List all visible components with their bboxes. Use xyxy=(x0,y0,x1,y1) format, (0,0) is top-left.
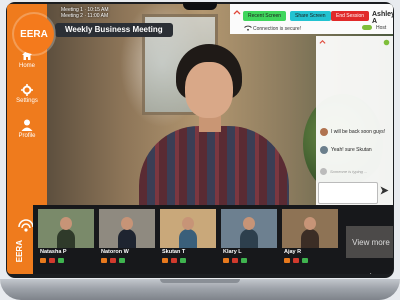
mic-icon[interactable] xyxy=(162,258,168,263)
gear-icon xyxy=(21,84,33,96)
participant-controls xyxy=(101,258,125,263)
mic-icon[interactable] xyxy=(223,258,229,263)
sidebar-item-settings[interactable]: Settings xyxy=(7,84,47,104)
chat-message: Yeah! sure Skutan xyxy=(320,146,372,154)
recent-screen-button[interactable]: Recent Screen xyxy=(243,11,287,21)
participant-video xyxy=(38,209,94,248)
participant-body xyxy=(118,229,136,248)
meeting-schedule: Meeting 1 · 10:15 AM Meeting 2 · 11:00 A… xyxy=(61,7,109,19)
camera-icon[interactable] xyxy=(58,258,64,263)
app-screen: Home Settings Profile EERA EERA Meeting … xyxy=(7,4,393,274)
chat-panel: I will be back soon guys! Yeah! sure Sku… xyxy=(316,36,393,208)
participant-video xyxy=(160,209,216,248)
chat-collapse-icon[interactable] xyxy=(319,39,326,46)
avatar xyxy=(320,128,328,136)
participant-head xyxy=(182,217,194,230)
view-more-button[interactable]: View more › xyxy=(346,226,393,274)
mic-icon[interactable] xyxy=(40,258,46,263)
participant-body xyxy=(240,229,258,248)
participant-head xyxy=(121,217,133,230)
host-label: Host xyxy=(376,25,387,31)
mic-icon[interactable] xyxy=(284,258,290,263)
top-controls: Recent Screen Share Screen End Session A… xyxy=(230,4,393,34)
sidebar-item-label: Profile xyxy=(18,133,36,139)
participant-body xyxy=(179,229,197,248)
typing-text: Someone is typing ... xyxy=(330,169,368,174)
mute-icon[interactable] xyxy=(49,258,55,263)
participant-body xyxy=(57,229,75,248)
participant-tile[interactable]: Natoron W xyxy=(99,209,155,266)
participant-tile[interactable]: Natasha P xyxy=(38,209,94,266)
connection-status: Connection is secure! xyxy=(253,26,302,32)
send-icon[interactable] xyxy=(380,186,389,195)
camera-icon[interactable] xyxy=(119,258,125,263)
typing-indicator: Someone is typing ... xyxy=(320,168,367,175)
presenter-face xyxy=(185,62,233,118)
meeting-title: Weekly Business Meeting xyxy=(55,23,173,37)
app-logo: EERA xyxy=(14,14,54,54)
avatar xyxy=(320,146,328,154)
participant-name: Klary L xyxy=(223,249,242,255)
participant-controls xyxy=(223,258,247,263)
camera-icon[interactable] xyxy=(241,258,247,263)
wifi-icon xyxy=(244,25,252,31)
participant-video xyxy=(99,209,155,248)
mute-icon[interactable] xyxy=(232,258,238,263)
camera-icon[interactable] xyxy=(302,258,308,263)
participant-controls xyxy=(40,258,64,263)
mute-icon[interactable] xyxy=(171,258,177,263)
participant-controls xyxy=(284,258,308,263)
chat-options-icon[interactable] xyxy=(383,39,390,46)
participant-tile[interactable]: Ajay R xyxy=(282,209,338,266)
sidebar-item-label: Settings xyxy=(16,98,38,104)
participant-body xyxy=(301,229,319,248)
chat-message-text: I will be back soon guys! xyxy=(331,129,386,135)
collapse-icon[interactable] xyxy=(233,9,241,17)
mic-icon[interactable] xyxy=(101,258,107,263)
meeting-line-2: Meeting 2 · 11:00 AM xyxy=(61,13,109,19)
camera-notch xyxy=(183,2,217,10)
sidebar-item-profile[interactable]: Profile xyxy=(7,119,47,139)
participant-name: Skutan T xyxy=(162,249,186,255)
host-toggle[interactable] xyxy=(362,25,372,30)
end-session-button[interactable]: End Session xyxy=(331,11,370,21)
participant-name: Ajay R xyxy=(284,249,302,255)
mute-icon[interactable] xyxy=(293,258,299,263)
chat-message-text: Yeah! sure Skutan xyxy=(331,147,372,153)
participant-video xyxy=(221,209,277,248)
sidebar-item-label: Home xyxy=(18,63,35,69)
participant-name: Natoron W xyxy=(101,249,129,255)
mute-icon[interactable] xyxy=(110,258,116,263)
chat-message: I will be back soon guys! xyxy=(320,128,385,136)
chat-input[interactable] xyxy=(318,182,378,204)
participant-head xyxy=(243,217,255,230)
participant-tile[interactable]: Skutan T xyxy=(160,209,216,266)
participant-controls xyxy=(162,258,186,263)
username: Ashley A xyxy=(372,11,393,25)
participant-tile[interactable]: Klary L xyxy=(221,209,277,266)
laptop-base-lip xyxy=(160,279,240,283)
brand-vertical-text: EERA xyxy=(15,240,24,263)
participant-name: Natasha P xyxy=(40,249,67,255)
user-icon xyxy=(21,119,33,131)
participant-head xyxy=(60,217,72,230)
share-screen-button[interactable]: Share Screen xyxy=(290,11,331,21)
participant-head xyxy=(304,217,316,230)
camera-icon[interactable] xyxy=(180,258,186,263)
avatar xyxy=(320,168,327,175)
participant-video xyxy=(282,209,338,248)
laptop-device: Home Settings Profile EERA EERA Meeting … xyxy=(0,0,400,300)
